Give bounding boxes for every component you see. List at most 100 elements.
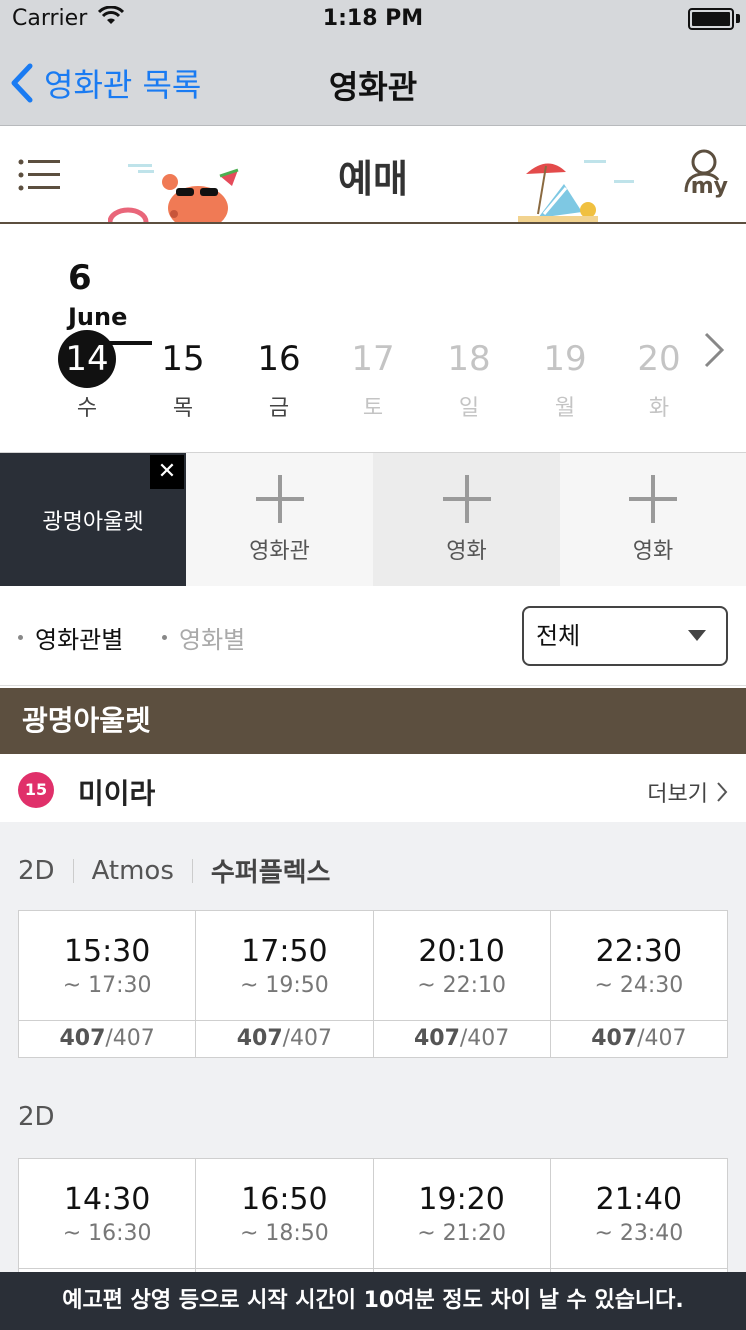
booking-header: 예매 my bbox=[0, 126, 746, 224]
plus-icon bbox=[629, 475, 677, 523]
date-number: 19 bbox=[543, 339, 587, 379]
start-time: 17:50 bbox=[241, 933, 328, 969]
date-17: 17 토 bbox=[338, 330, 408, 422]
plus-icon bbox=[442, 475, 491, 523]
end-time: ~ 23:40 bbox=[594, 1220, 684, 1246]
notice-toast: 예고편 상영 등으로 시작 시간이 10여분 정도 차이 날 수 있습니다. bbox=[0, 1272, 746, 1330]
plus-icon bbox=[255, 475, 304, 523]
divider bbox=[72, 858, 74, 883]
date-number: 17 bbox=[351, 339, 395, 379]
format-label: 수퍼플렉스 bbox=[210, 858, 331, 888]
date-number: 20 bbox=[637, 339, 681, 379]
date-number: 16 bbox=[257, 339, 301, 379]
seats-total: /407 bbox=[637, 1026, 687, 1051]
my-label: my bbox=[690, 174, 728, 199]
filter-dropdown-value: 전체 bbox=[536, 622, 581, 650]
format-row: 2D bbox=[18, 1102, 55, 1132]
format-row: 2D Atmos 수퍼플렉스 bbox=[18, 852, 330, 889]
end-time: ~ 24:30 bbox=[594, 972, 684, 998]
selection-tiles: 광명아울렛 ✕ 영화관 영화 영화 bbox=[0, 452, 746, 587]
seats-total: /407 bbox=[105, 1026, 155, 1051]
seats-total: /407 bbox=[282, 1026, 333, 1051]
date-weekday: 금 bbox=[268, 396, 290, 421]
start-time: 16:50 bbox=[241, 1181, 328, 1217]
add-movie-tile-2[interactable]: 영화 bbox=[560, 453, 746, 587]
add-movie-tile[interactable]: 영화 bbox=[373, 453, 560, 587]
add-theater-label: 영화관 bbox=[249, 539, 310, 564]
add-movie-label: 영화 bbox=[632, 539, 674, 564]
status-bar: Carrier 1:18 PM bbox=[0, 0, 746, 40]
seat-count: 407/407 bbox=[196, 1021, 372, 1057]
date-number: 15 bbox=[161, 339, 205, 379]
filter-by-movie-label: 영화별 bbox=[179, 626, 246, 654]
clock: 1:18 PM bbox=[322, 6, 424, 31]
date-weekday: 수 bbox=[76, 396, 98, 421]
end-time: ~ 16:30 bbox=[62, 1220, 152, 1246]
month-name: June bbox=[68, 303, 128, 331]
start-time: 15:30 bbox=[63, 933, 151, 969]
date-weekday: 목 bbox=[172, 396, 194, 421]
navigation-bar: 영화관 목록 영화관 bbox=[0, 40, 746, 126]
date-weekday: 월 bbox=[554, 396, 576, 421]
divider bbox=[191, 858, 193, 883]
chevron-right-icon bbox=[704, 332, 725, 368]
filter-by-movie[interactable]: 영화별 bbox=[162, 620, 245, 655]
seats-left: 407 bbox=[59, 1026, 106, 1051]
showtime-grid: 15:30 ~ 17:30 407/407 17:50 ~ 19:50 407/… bbox=[18, 910, 728, 1058]
format-label: 2D bbox=[18, 855, 55, 886]
add-theater-tile[interactable]: 영화관 bbox=[186, 453, 373, 587]
date-16[interactable]: 16 금 bbox=[244, 330, 314, 422]
age-rating-badge: 15 bbox=[18, 772, 54, 808]
date-20: 20 화 bbox=[624, 330, 694, 422]
filter-dropdown[interactable]: 전체 bbox=[522, 606, 728, 666]
date-weekday: 토 bbox=[362, 396, 384, 421]
start-time: 20:10 bbox=[418, 933, 505, 969]
selected-theater-tile[interactable]: 광명아울렛 ✕ bbox=[0, 453, 186, 587]
seats-left: 407 bbox=[591, 1026, 638, 1051]
bullet-icon bbox=[162, 635, 167, 640]
start-time: 14:30 bbox=[63, 1181, 151, 1217]
showtime-cell[interactable]: 15:30 ~ 17:30 407/407 bbox=[19, 911, 197, 1057]
showtime-cell[interactable]: 20:10 ~ 22:10 407/407 bbox=[373, 911, 551, 1057]
seat-count: 407/407 bbox=[19, 1021, 195, 1057]
showtime-cell[interactable]: 17:50 ~ 19:50 407/407 bbox=[196, 911, 374, 1057]
date-15[interactable]: 15 목 bbox=[148, 330, 218, 422]
showtimes-area: 2D Atmos 수퍼플렉스 15:30 ~ 17:30 407/407 17:… bbox=[0, 822, 746, 1330]
end-time: ~ 21:20 bbox=[417, 1220, 507, 1246]
beach-chair-decoration-icon bbox=[518, 154, 638, 222]
format-label: 2D bbox=[18, 1102, 55, 1132]
format-label: Atmos bbox=[91, 855, 174, 886]
end-time: ~ 19:50 bbox=[239, 972, 329, 998]
more-button[interactable]: 더보기 bbox=[647, 776, 728, 808]
end-time: ~ 17:30 bbox=[62, 972, 152, 998]
chevron-right-icon bbox=[717, 782, 728, 802]
start-time: 22:30 bbox=[595, 933, 683, 969]
bullet-icon bbox=[18, 635, 23, 640]
selected-theater-label: 광명아울렛 bbox=[42, 510, 144, 535]
dropdown-arrow-icon bbox=[688, 630, 706, 641]
next-dates-button[interactable] bbox=[702, 330, 726, 374]
date-number: 18 bbox=[447, 339, 491, 379]
seats-left: 407 bbox=[413, 1026, 460, 1051]
showtime-cell[interactable]: 22:30 ~ 24:30 407/407 bbox=[550, 911, 727, 1057]
nav-title: 영화관 bbox=[328, 68, 418, 106]
movie-title: 미이라 bbox=[78, 777, 156, 810]
seat-count: 407/407 bbox=[551, 1021, 727, 1057]
seats-total: /407 bbox=[459, 1026, 510, 1051]
filter-row: 영화관별 영화별 전체 bbox=[0, 586, 746, 686]
filter-by-theater[interactable]: 영화관별 bbox=[18, 620, 123, 655]
start-time: 21:40 bbox=[595, 1181, 683, 1217]
date-14[interactable]: 14 수 bbox=[52, 330, 122, 422]
end-time: ~ 18:50 bbox=[239, 1220, 329, 1246]
add-movie-label: 영화 bbox=[446, 539, 487, 564]
seats-left: 407 bbox=[236, 1026, 283, 1051]
battery-tip bbox=[736, 14, 740, 23]
seat-count: 407/407 bbox=[374, 1021, 550, 1057]
date-weekday: 화 bbox=[648, 396, 670, 421]
start-time: 19:20 bbox=[418, 1181, 505, 1217]
date-19: 19 월 bbox=[530, 330, 600, 422]
close-icon[interactable]: ✕ bbox=[150, 455, 184, 489]
date-18: 18 일 bbox=[434, 330, 504, 422]
date-weekday: 일 bbox=[458, 396, 480, 421]
my-page-icon[interactable]: my bbox=[684, 148, 728, 206]
